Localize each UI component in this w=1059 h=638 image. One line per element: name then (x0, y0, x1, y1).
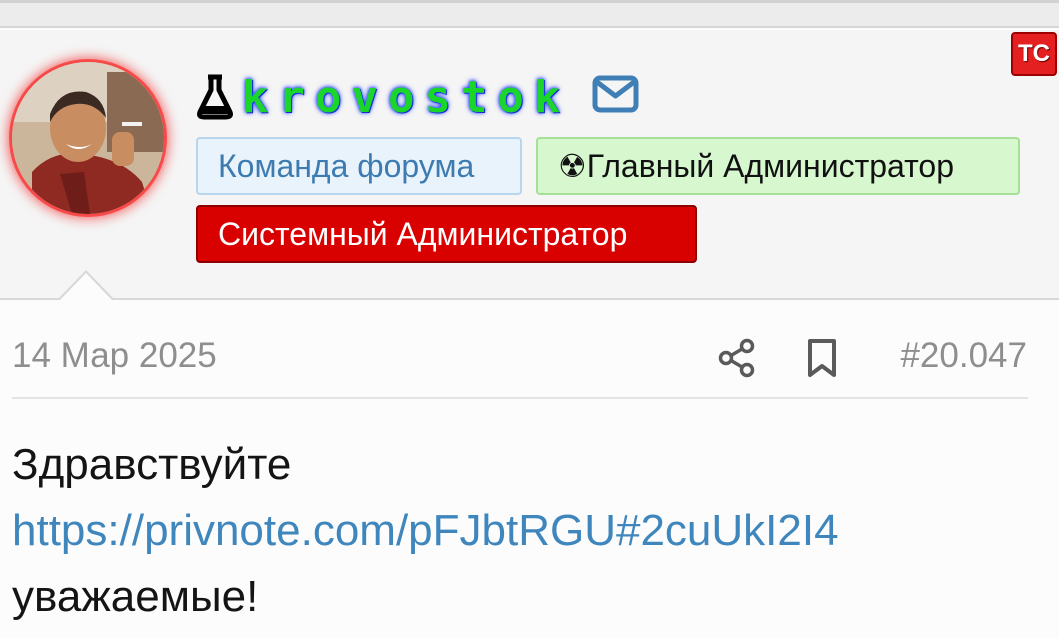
badge-main-admin-label: ☢Главный Администратор (558, 148, 954, 184)
badge-main-admin: ☢Главный Администратор (536, 137, 1020, 195)
bookmark-icon[interactable] (806, 338, 838, 378)
post-date[interactable]: 14 Мар 2025 (12, 336, 217, 376)
post-text-greeting: Здравствуйте (12, 440, 292, 489)
badge-forum-team-label: Команда форума (218, 147, 475, 184)
post-text-closing: уважаемые! (12, 572, 259, 621)
post-meta-divider (12, 397, 1028, 399)
thread-starter-label: ТС (1018, 40, 1050, 67)
top-strip (0, 0, 1059, 28)
avatar[interactable] (12, 62, 164, 214)
post-number[interactable]: #20.047 (900, 336, 1027, 376)
badge-system-admin: Системный Администратор (196, 205, 697, 263)
badge-system-admin-label: Системный Администратор (218, 215, 628, 252)
username[interactable]: krovostok (242, 72, 570, 123)
avatar-image (12, 62, 164, 214)
flask-icon (197, 74, 233, 120)
badge-forum-team: Команда форума (196, 137, 522, 195)
username-row: krovostok (196, 70, 570, 124)
share-icon[interactable] (718, 338, 756, 378)
thread-starter-badge: ТС (1011, 32, 1057, 76)
mail-icon[interactable] (592, 75, 639, 113)
header-pointer-fill (60, 273, 112, 300)
post-link[interactable]: https://privnote.com/pFJbtRGU#2cuUkI2I4 (12, 506, 839, 556)
